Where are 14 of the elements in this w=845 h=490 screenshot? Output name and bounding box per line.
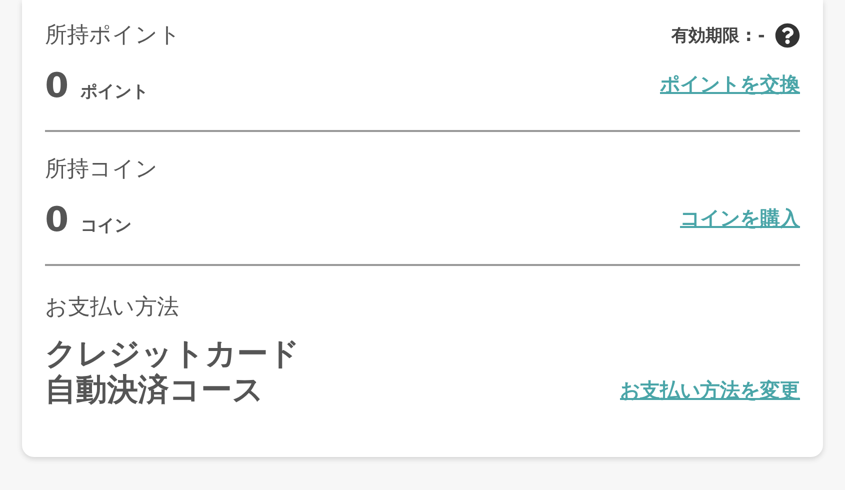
payment-method: クレジットカード xyxy=(45,336,300,372)
section-label: 所持コイン xyxy=(45,156,158,184)
action-link[interactable]: コインを購入 xyxy=(680,205,800,232)
balance-unit: コイン xyxy=(80,215,132,237)
balance-unit: ポイント xyxy=(80,81,149,103)
section-label: お支払い方法 xyxy=(45,294,180,322)
balance-amount: 0 xyxy=(45,200,69,240)
action-link[interactable]: お支払い方法を変更 xyxy=(620,377,800,404)
expiry-text: 有効期限 : - xyxy=(671,24,765,46)
section-label: 所持ポイント xyxy=(45,22,181,50)
payment-method: 自動決済コース xyxy=(45,372,265,408)
balance-amount: 0 xyxy=(45,66,69,106)
action-link[interactable]: ポイントを交換 xyxy=(660,71,800,98)
help-icon[interactable] xyxy=(775,22,800,48)
